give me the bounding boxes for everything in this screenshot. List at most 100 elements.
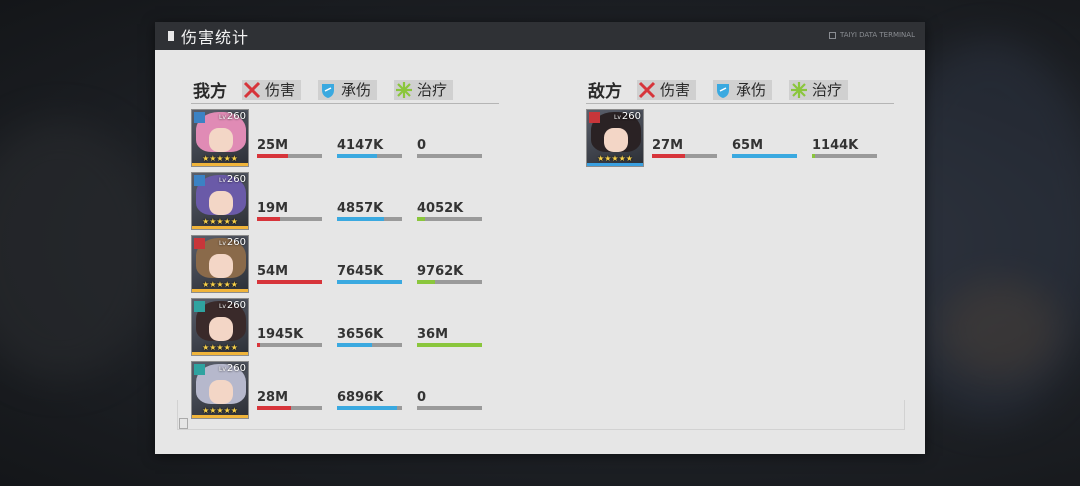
heal-stat: 4052K bbox=[417, 202, 482, 221]
ally-damage-tag: 伤害 bbox=[242, 79, 302, 100]
heal-bar-track bbox=[417, 280, 482, 284]
ally-header: 我方 伤害 承伤 治疗 bbox=[193, 77, 470, 102]
heal-burst-icon bbox=[789, 80, 809, 100]
heal-value: 4052K bbox=[417, 201, 464, 216]
damage-bar-fill bbox=[652, 154, 685, 158]
heal-value: 9762K bbox=[417, 264, 464, 279]
title-bar: 伤害统计 TAIYI DATA TERMINAL bbox=[155, 22, 925, 50]
rarity-stars: ★★★★★ bbox=[202, 280, 238, 289]
ally-team-name: 我方 bbox=[193, 82, 227, 102]
rarity-bar bbox=[192, 352, 248, 355]
damage-value: 25M bbox=[257, 138, 289, 153]
taken-bar-fill bbox=[337, 217, 384, 221]
taken-bar-track bbox=[337, 217, 402, 221]
character-portrait[interactable]: Lv260 ★★★★★ bbox=[191, 172, 249, 230]
heal-value: 1144K bbox=[812, 138, 859, 153]
rarity-stars: ★★★★★ bbox=[202, 154, 238, 163]
terminal-label-text: TAIYI DATA TERMINAL bbox=[839, 31, 915, 39]
heal-stat: 36M bbox=[417, 328, 482, 347]
taken-stat: 4147K bbox=[337, 139, 402, 158]
ally-damage-label: 伤害 bbox=[265, 81, 296, 99]
crossed-swords-icon bbox=[242, 80, 262, 100]
damage-value: 54M bbox=[257, 264, 289, 279]
crossed-swords-icon bbox=[637, 80, 657, 100]
taken-value: 3656K bbox=[337, 327, 384, 342]
taken-stat: 4857K bbox=[337, 202, 402, 221]
rarity-stars: ★★★★★ bbox=[202, 217, 238, 226]
bottom-frame bbox=[177, 400, 905, 430]
level-label: Lv260 bbox=[219, 174, 246, 185]
portrait-face bbox=[209, 254, 233, 278]
terminal-icon bbox=[828, 31, 836, 39]
portrait-face bbox=[209, 317, 233, 341]
rarity-bar bbox=[192, 163, 248, 166]
enemy-team-name: 敌方 bbox=[588, 82, 622, 102]
enemy-heal-label: 治疗 bbox=[812, 81, 843, 99]
heal-bar-track bbox=[417, 343, 482, 347]
ally-taken-label: 承伤 bbox=[341, 81, 372, 99]
damage-stat: 25M bbox=[257, 139, 322, 158]
taken-bar-fill bbox=[732, 154, 797, 158]
heal-stat: 9762K bbox=[417, 265, 482, 284]
rarity-bar bbox=[587, 163, 643, 166]
taken-bar-track bbox=[337, 280, 402, 284]
ally-taken-tag: 承伤 bbox=[318, 79, 378, 100]
character-portrait[interactable]: Lv260 ★★★★★ bbox=[586, 109, 644, 167]
terminal-label: TAIYI DATA TERMINAL bbox=[828, 31, 915, 39]
heal-bar-track bbox=[812, 154, 877, 158]
damage-stat: 19M bbox=[257, 202, 322, 221]
shield-icon bbox=[318, 80, 338, 100]
heal-burst-icon bbox=[394, 80, 414, 100]
rarity-bar bbox=[192, 226, 248, 229]
portrait-face bbox=[209, 191, 233, 215]
taken-value: 65M bbox=[732, 138, 764, 153]
heal-value: 0 bbox=[417, 138, 427, 153]
character-portrait[interactable]: Lv260 ★★★★★ bbox=[191, 235, 249, 293]
taken-bar-track bbox=[337, 154, 402, 158]
heal-bar-track bbox=[417, 154, 482, 158]
flower-class-icon bbox=[194, 364, 205, 375]
level-label: Lv260 bbox=[219, 363, 246, 374]
heal-stat: 0 bbox=[417, 139, 482, 158]
heal-value: 36M bbox=[417, 327, 449, 342]
damage-bar-track bbox=[257, 154, 322, 158]
ally-header-divider bbox=[191, 103, 499, 104]
damage-bar-track bbox=[257, 217, 322, 221]
rarity-bar bbox=[192, 289, 248, 292]
heal-stat: 1144K bbox=[812, 139, 877, 158]
character-portrait[interactable]: Lv260 ★★★★★ bbox=[191, 109, 249, 167]
damage-value: 19M bbox=[257, 201, 289, 216]
character-portrait[interactable]: Lv260 ★★★★★ bbox=[191, 298, 249, 356]
damage-bar-track bbox=[257, 280, 322, 284]
level-label: Lv260 bbox=[614, 111, 641, 122]
tower-class-icon bbox=[589, 112, 600, 123]
title-marker-icon bbox=[168, 31, 174, 41]
damage-stat: 54M bbox=[257, 265, 322, 284]
damage-value: 27M bbox=[652, 138, 684, 153]
taken-bar-fill bbox=[337, 280, 402, 284]
enemy-damage-tag: 伤害 bbox=[637, 79, 697, 100]
damage-stat: 27M bbox=[652, 139, 717, 158]
enemy-taken-label: 承伤 bbox=[736, 81, 767, 99]
level-label: Lv260 bbox=[219, 300, 246, 311]
taken-stat: 65M bbox=[732, 139, 797, 158]
heal-bar-fill bbox=[417, 343, 482, 347]
shield-icon bbox=[713, 80, 733, 100]
flower-class-icon bbox=[194, 301, 205, 312]
taken-bar-fill bbox=[337, 343, 373, 347]
rarity-stars: ★★★★★ bbox=[597, 154, 633, 163]
damage-bar-track bbox=[257, 343, 322, 347]
heal-bar-fill bbox=[417, 280, 435, 284]
enemy-header-divider bbox=[586, 103, 894, 104]
taken-bar-fill bbox=[337, 154, 378, 158]
damage-bar-track bbox=[652, 154, 717, 158]
taken-stat: 3656K bbox=[337, 328, 402, 347]
ally-heal-label: 治疗 bbox=[417, 81, 448, 99]
heal-bar-fill bbox=[812, 154, 816, 158]
tower-class-icon bbox=[194, 238, 205, 249]
damage-bar-fill bbox=[257, 217, 281, 221]
damage-stat: 1945K bbox=[257, 328, 322, 347]
damage-stats-window: 伤害统计 TAIYI DATA TERMINAL 我方 伤害 承伤 治疗 敌方 … bbox=[155, 22, 925, 454]
damage-bar-fill bbox=[257, 154, 289, 158]
taken-value: 7645K bbox=[337, 264, 384, 279]
